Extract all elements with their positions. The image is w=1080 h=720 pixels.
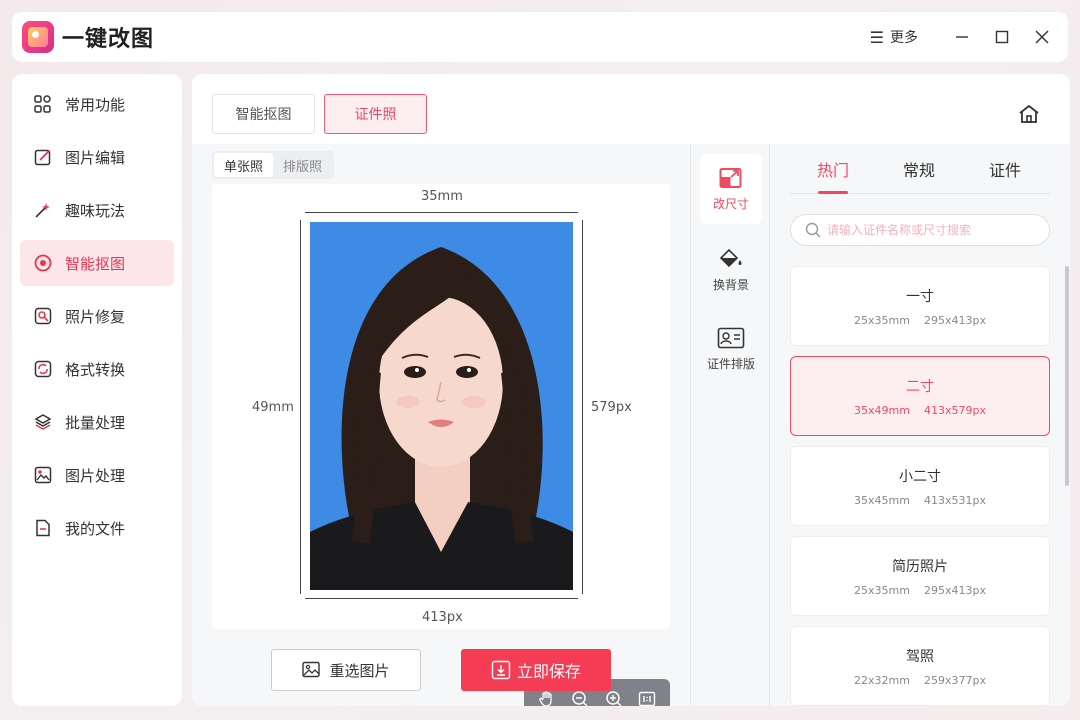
repair-icon: [34, 307, 52, 325]
tab-hot[interactable]: 热门: [790, 144, 876, 194]
sidebar-item-image[interactable]: 图片处理: [20, 452, 174, 498]
tool-label: 改尺寸: [712, 196, 749, 211]
sidebar-item-label: 照片修复: [65, 307, 126, 326]
image-icon: [34, 466, 52, 484]
sidebar-item-label: 智能抠图: [65, 254, 126, 273]
tool-layout[interactable]: 证件排版: [700, 314, 762, 384]
photo-canvas: 35mm 49mm 579px 413px: [212, 184, 670, 706]
layers-icon: [34, 413, 52, 431]
size-card-2inch[interactable]: 二寸 35x49mm 413x579px: [790, 356, 1050, 436]
search-input[interactable]: [827, 223, 1037, 237]
height-mm-label: 49mm: [252, 400, 294, 415]
paint-bucket-icon: [719, 248, 742, 267]
sidebar-item-label: 批量处理: [65, 413, 126, 432]
tab-id-photo[interactable]: 证件照: [324, 94, 427, 134]
sidebar-item-convert[interactable]: 格式转换: [20, 346, 174, 392]
app-title: 一键改图: [62, 27, 155, 52]
size-name: 小二寸: [899, 468, 941, 485]
app-logo-icon: [22, 21, 54, 53]
width-mm-label: 35mm: [421, 189, 463, 204]
size-spec: 25x35mm 295x413px: [854, 583, 986, 597]
size-name: 二寸: [906, 378, 934, 395]
size-name: 简历照片: [892, 558, 948, 575]
tab-certificate[interactable]: 证件: [962, 144, 1048, 194]
height-px-label: 579px: [591, 400, 632, 415]
sidebar-item-common[interactable]: 常用功能: [20, 81, 174, 127]
tool-label: 换背景: [712, 277, 749, 292]
size-card-driver-license[interactable]: 驾照 22x32mm 259x377px: [790, 626, 1050, 706]
edit-icon: [34, 148, 52, 166]
tool-label: 证件排版: [706, 356, 755, 371]
size-search: [790, 214, 1050, 246]
main-header: 智能抠图 证件照: [192, 74, 1070, 144]
menu-icon: ☰: [869, 27, 884, 47]
magic-icon: [34, 201, 52, 219]
size-card-1inch[interactable]: 一寸 25x35mm 295x413px: [790, 266, 1050, 346]
file-icon: [34, 519, 52, 537]
minimize-button[interactable]: [942, 12, 982, 62]
save-button[interactable]: 立即保存: [461, 649, 611, 691]
sidebar-item-cutout[interactable]: 智能抠图: [20, 240, 174, 286]
mode-switch: 单张照 排版照: [212, 151, 335, 179]
tool-resize[interactable]: 改尺寸: [700, 154, 762, 224]
home-icon[interactable]: [1018, 104, 1040, 124]
size-list: 一寸 25x35mm 295x413px 二寸 35x49mm 413x579p…: [790, 266, 1050, 706]
sidebar-item-repair[interactable]: 照片修复: [20, 293, 174, 339]
dimension-line: [300, 220, 301, 594]
size-spec: 35x45mm 413x531px: [854, 493, 986, 507]
more-button[interactable]: ☰ 更多: [870, 27, 918, 47]
tool-column: 改尺寸 换背景 证件排版: [690, 144, 770, 706]
size-card-small-2inch[interactable]: 小二寸 35x45mm 413x531px: [790, 446, 1050, 526]
size-spec: 22x32mm 259x377px: [854, 673, 986, 687]
size-spec: 35x49mm 413x579px: [854, 403, 986, 417]
size-panel: 热门 常规 证件 一寸 25x35mm 295x413px 二寸 35x49mm…: [770, 144, 1070, 706]
cutout-icon: [34, 254, 52, 272]
sidebar-item-label: 我的文件: [65, 519, 126, 538]
main-panel: 智能抠图 证件照 单张照 排版照 35mm 49mm 579px 413px 重…: [192, 74, 1070, 706]
image-icon: [302, 661, 321, 678]
width-px-label: 413px: [422, 610, 463, 625]
more-label: 更多: [890, 30, 918, 46]
mode-single[interactable]: 单张照: [214, 153, 274, 177]
save-label: 立即保存: [516, 662, 581, 681]
tool-background[interactable]: 换背景: [700, 234, 762, 304]
tab-smart-cutout[interactable]: 智能抠图: [212, 94, 315, 134]
size-tabs: 热门 常规 证件: [790, 144, 1050, 194]
size-spec: 25x35mm 295x413px: [854, 313, 986, 327]
size-name: 一寸: [906, 288, 934, 305]
convert-icon: [34, 360, 52, 378]
sidebar-item-label: 常用功能: [65, 95, 126, 114]
maximize-button[interactable]: [982, 12, 1022, 62]
sidebar-item-label: 图片编辑: [65, 148, 126, 167]
download-icon: [491, 660, 511, 680]
resize-icon: [719, 167, 742, 188]
sidebar-item-label: 趣味玩法: [65, 201, 126, 220]
dimension-line: [305, 212, 578, 213]
sidebar-item-edit[interactable]: 图片编辑: [20, 134, 174, 180]
dimension-line: [305, 598, 578, 599]
reselect-label: 重选图片: [329, 661, 390, 680]
dimension-line: [582, 220, 583, 594]
grid-icon: [34, 95, 52, 113]
tab-regular[interactable]: 常规: [876, 144, 962, 194]
actual-size-icon[interactable]: [635, 687, 659, 706]
sidebar-item-files[interactable]: 我的文件: [20, 505, 174, 551]
sidebar-item-fun[interactable]: 趣味玩法: [20, 187, 174, 233]
size-card-resume[interactable]: 简历照片 25x35mm 295x413px: [790, 536, 1050, 616]
sidebar: 常用功能 图片编辑 趣味玩法 智能抠图 照片修复 格式转换 批量处理 图片处理 …: [12, 74, 182, 706]
id-photo-image: [310, 222, 573, 590]
sidebar-item-batch[interactable]: 批量处理: [20, 399, 174, 445]
reselect-image-button[interactable]: 重选图片: [271, 649, 421, 691]
sidebar-item-label: 格式转换: [65, 360, 126, 379]
close-button[interactable]: [1022, 12, 1062, 62]
size-name: 驾照: [906, 648, 934, 665]
search-icon: [805, 222, 821, 238]
sidebar-item-label: 图片处理: [65, 466, 126, 485]
mode-layout[interactable]: 排版照: [273, 153, 332, 177]
title-bar: 一键改图 ☰ 更多: [12, 12, 1068, 62]
id-card-icon: [717, 327, 745, 348]
scrollbar[interactable]: [1065, 266, 1069, 486]
